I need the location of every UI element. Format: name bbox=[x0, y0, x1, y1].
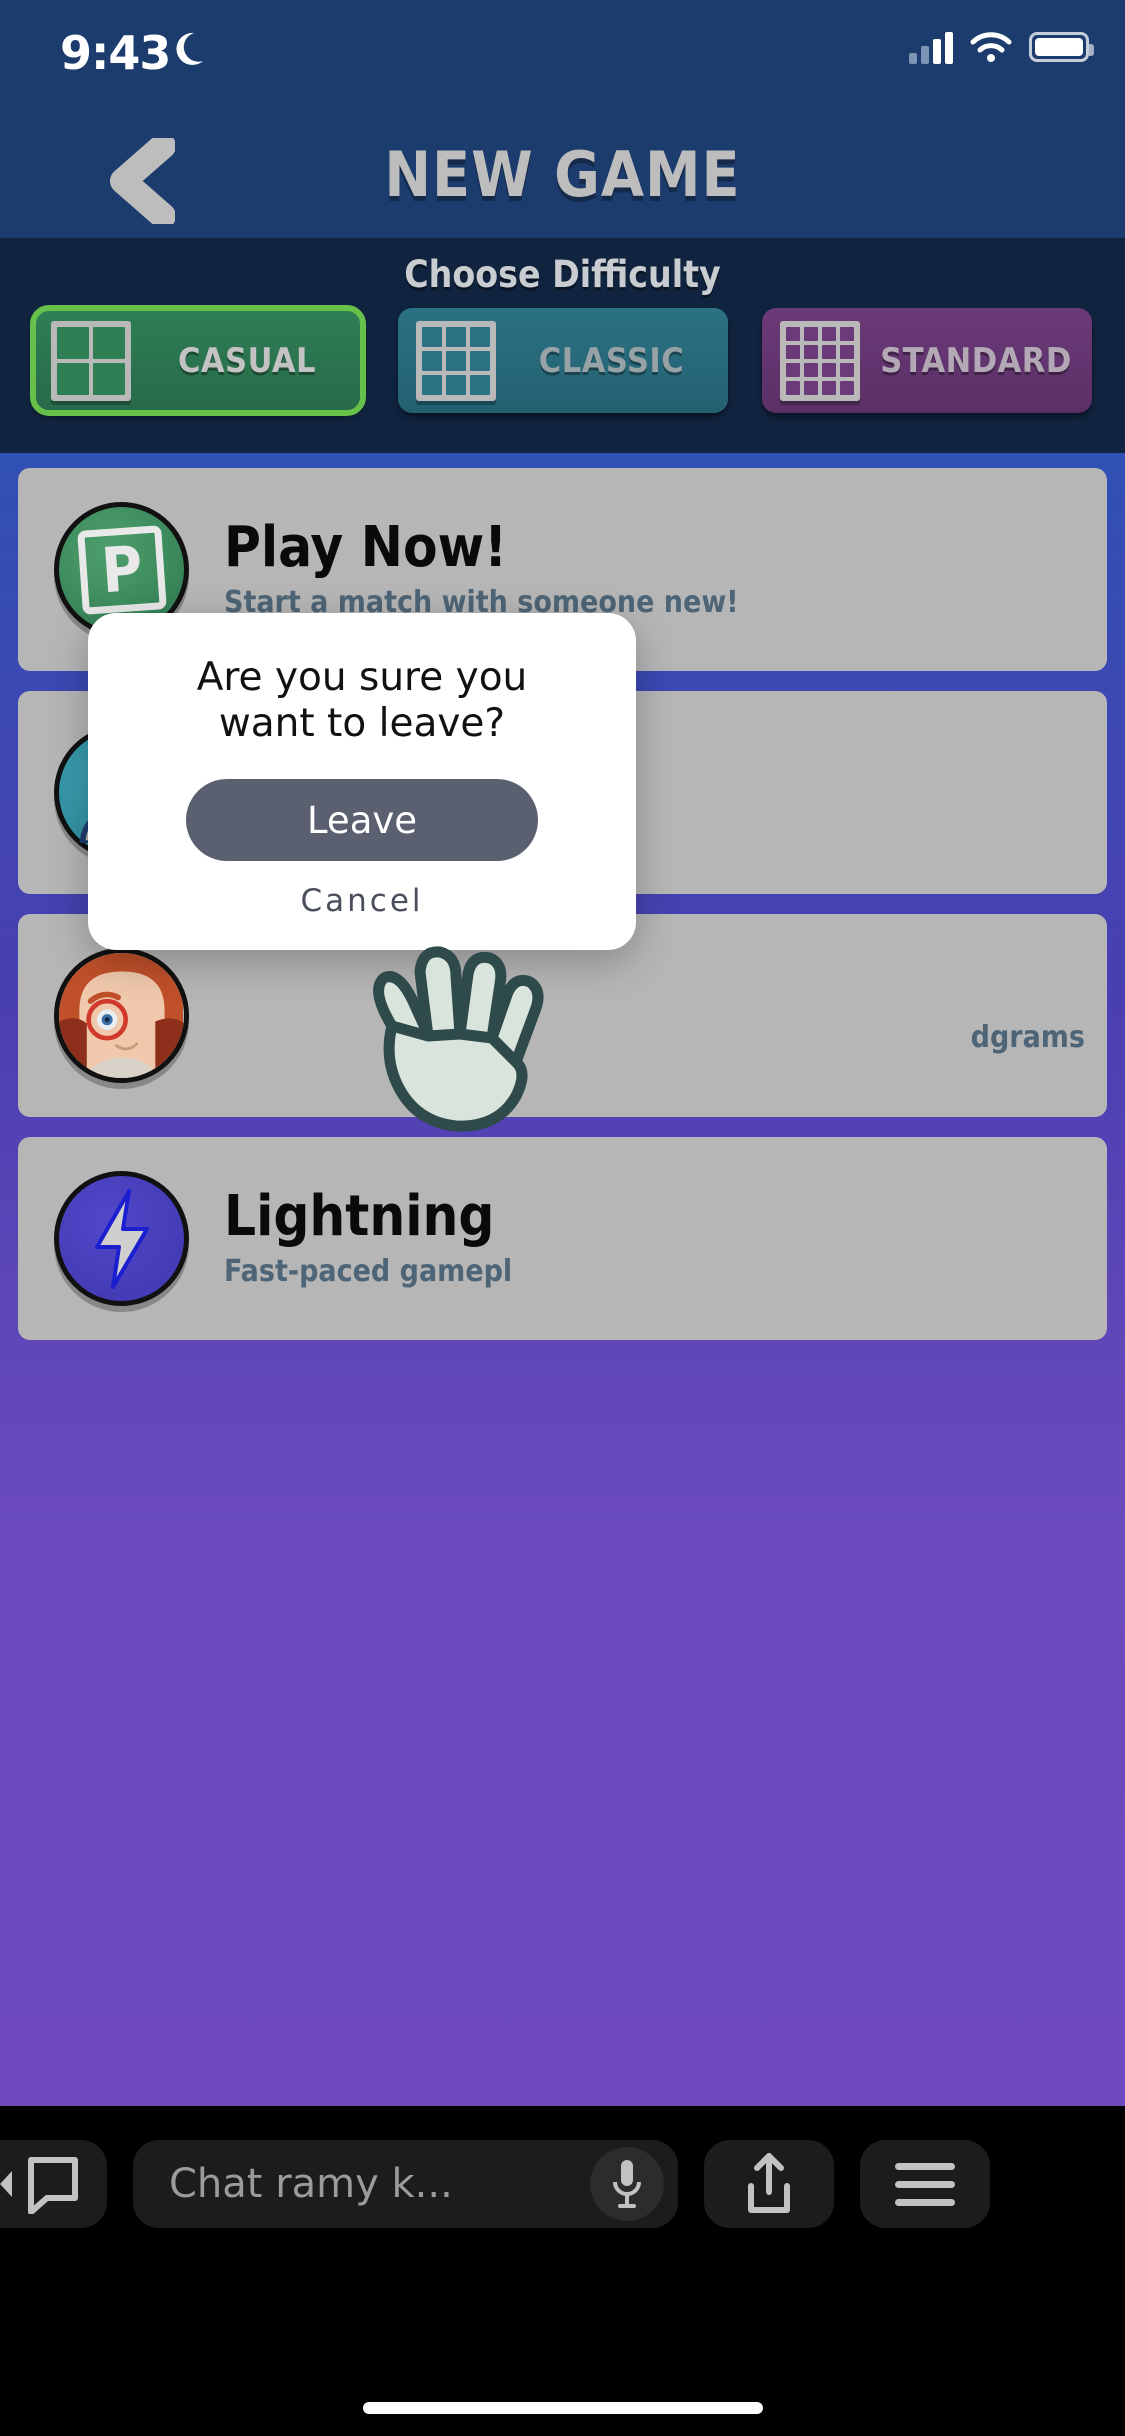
difficulty-option-casual[interactable]: CASUAL bbox=[30, 305, 366, 416]
mode-subtitle: dgrams bbox=[970, 1020, 1085, 1055]
browser-bottom-bar: Chat ramy k... bbox=[0, 2106, 1125, 2436]
mode-title: Play Now! bbox=[224, 514, 508, 580]
difficulty-option-label: CLASSIC bbox=[538, 340, 685, 381]
mode-card-body: Lightning Fast-paced gamepl bbox=[224, 1183, 513, 1290]
grid-3x3-icon bbox=[415, 320, 496, 401]
status-bar: 9:43 bbox=[0, 0, 1125, 120]
difficulty-options-row: CASUAL CLASSIC STANDARD bbox=[0, 296, 1125, 416]
mode-card-body: Play Now! Start a match with someone new… bbox=[224, 514, 739, 621]
back-to-app-button[interactable] bbox=[0, 2140, 107, 2228]
menu-button[interactable] bbox=[860, 2140, 990, 2228]
chat-placeholder: Chat ramy k... bbox=[169, 2161, 453, 2207]
status-time: 9:43 bbox=[60, 26, 171, 80]
moon-icon bbox=[176, 32, 203, 65]
app-header: NEW GAME bbox=[0, 120, 1125, 238]
microphone-icon[interactable] bbox=[590, 2147, 664, 2221]
phone-screen: P Play Now! Start a match with someone n… bbox=[0, 0, 1125, 2436]
p-badge-letter: P bbox=[76, 524, 167, 615]
mode-subtitle: Fast-paced gamepl bbox=[224, 1254, 513, 1290]
share-button[interactable] bbox=[704, 2140, 834, 2228]
battery-icon bbox=[1029, 32, 1094, 62]
lightning-bolt-glyph bbox=[94, 1188, 149, 1289]
cancel-button[interactable]: Cancel bbox=[300, 883, 423, 919]
wifi-icon bbox=[970, 32, 1012, 62]
difficulty-option-classic[interactable]: CLASSIC bbox=[397, 308, 728, 413]
mode-title: Lightning bbox=[224, 1183, 495, 1249]
page-title: NEW GAME bbox=[384, 138, 741, 211]
leave-confirmation-dialog: Are you sure you want to leave? Leave Ca… bbox=[88, 613, 636, 950]
difficulty-option-label: STANDARD bbox=[880, 340, 1072, 381]
mode-card-lightning[interactable]: Lightning Fast-paced gamepl bbox=[18, 1137, 1107, 1340]
home-indicator bbox=[362, 2402, 763, 2414]
cellular-signal-icon bbox=[909, 30, 953, 64]
dialog-message: Are you sure you want to leave? bbox=[196, 655, 528, 747]
difficulty-option-label: CASUAL bbox=[177, 340, 317, 381]
pointing-hand-cursor bbox=[373, 946, 544, 1132]
difficulty-option-standard[interactable]: STANDARD bbox=[762, 308, 1092, 413]
small-left-arrow-icon bbox=[0, 2171, 12, 2197]
difficulty-label: Choose Difficulty bbox=[404, 253, 721, 296]
bottom-bar-row: Chat ramy k... bbox=[0, 2140, 1125, 2228]
character-portrait-icon bbox=[54, 948, 189, 1083]
speech-bubble-icon bbox=[28, 2157, 78, 2214]
lightning-bolt-icon bbox=[54, 1171, 189, 1306]
grid-2x2-icon bbox=[51, 320, 131, 401]
share-upload-icon bbox=[748, 2153, 790, 2213]
status-indicators bbox=[909, 30, 1094, 64]
leave-button[interactable]: Leave bbox=[186, 779, 538, 862]
microphone-glyph bbox=[613, 2160, 641, 2208]
difficulty-section: Choose Difficulty CASUAL CLASSIC STANDAR… bbox=[0, 238, 1125, 453]
grid-4x4-icon bbox=[780, 320, 860, 401]
character-portrait-art bbox=[59, 953, 184, 1078]
chat-input-field[interactable]: Chat ramy k... bbox=[133, 2140, 678, 2228]
hamburger-menu-icon bbox=[895, 2162, 955, 2206]
